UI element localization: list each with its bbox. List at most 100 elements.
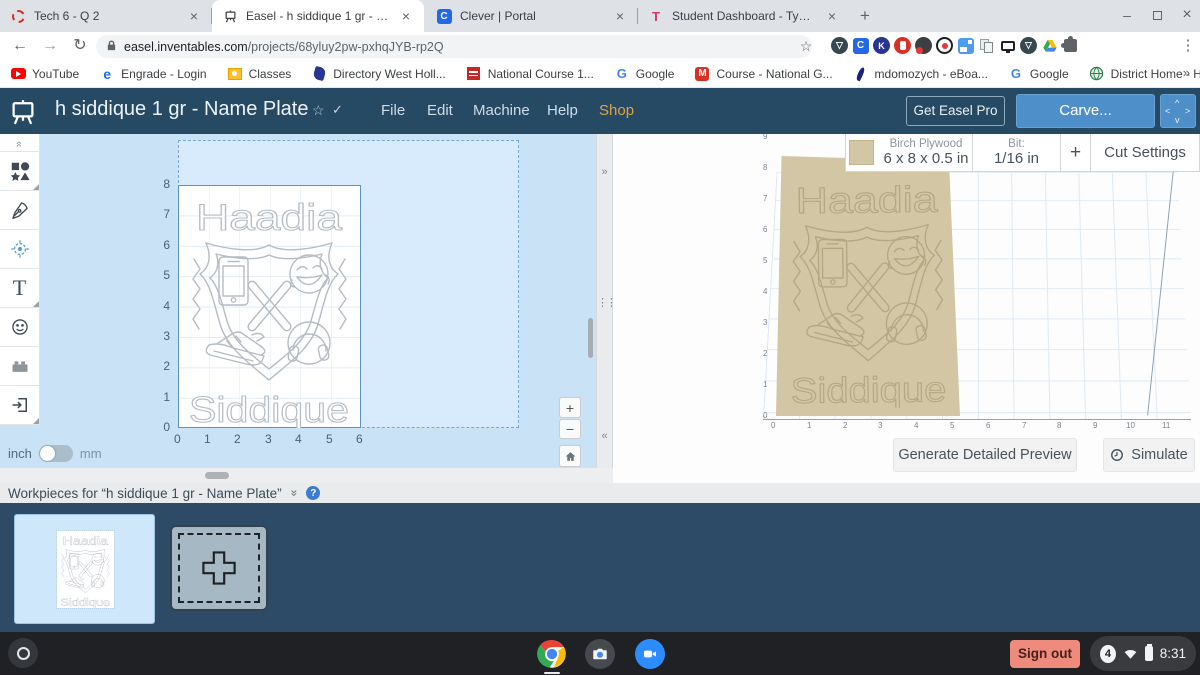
nameplate-design[interactable]: Haadia Siddique xyxy=(178,185,361,428)
design-canvas[interactable]: Haadia Siddique xyxy=(0,134,596,468)
sidebar-collapse-button[interactable]: » xyxy=(0,134,39,152)
hand-extension-icon[interactable] xyxy=(893,36,912,55)
material-board[interactable]: Haadia Siddique xyxy=(776,156,960,416)
carved-preview-design: Haadia Siddique xyxy=(778,167,959,409)
import-tool[interactable] xyxy=(0,386,39,425)
menu-file[interactable]: File xyxy=(381,102,405,119)
origin-tool[interactable] xyxy=(0,230,39,269)
menu-help[interactable]: Help xyxy=(547,102,578,119)
jog-down-icon[interactable]: v xyxy=(1175,115,1180,125)
favorite-star-icon[interactable]: ☆ xyxy=(312,102,325,119)
bookmark-google[interactable]: GGoogle xyxy=(614,66,675,82)
copy-extension-icon[interactable] xyxy=(977,36,996,55)
workpieces-collapse-chevron-icon[interactable]: » xyxy=(287,490,301,497)
zoom-out-button[interactable]: − xyxy=(559,419,581,439)
bookmark-google-2[interactable]: GGoogle xyxy=(1008,66,1069,82)
tab-close-icon[interactable]: × xyxy=(398,8,414,24)
bit-label: Bit: xyxy=(994,138,1039,150)
window-minimize-button[interactable]: – xyxy=(1112,0,1142,32)
workpiece-thumbnail-selected[interactable]: Haadia Siddique xyxy=(14,514,155,624)
shield-extension-icon[interactable]: ▽ xyxy=(830,36,849,55)
jog-left-icon[interactable]: < xyxy=(1165,106,1170,116)
monitor-extension-icon[interactable] xyxy=(998,36,1017,55)
menu-edit[interactable]: Edit xyxy=(427,102,453,119)
help-icon[interactable]: ? xyxy=(306,486,320,500)
window-close-button[interactable]: × xyxy=(1172,0,1200,32)
status-tray[interactable]: 4 8:31 xyxy=(1090,636,1196,671)
bookmark-classes[interactable]: Classes xyxy=(227,66,292,82)
tab-easel-active[interactable]: Easel - h siddique 1 gr - Name Pl × xyxy=(212,0,424,32)
drive-extension-icon[interactable] xyxy=(1040,36,1059,55)
sign-out-button[interactable]: Sign out xyxy=(1010,640,1080,668)
extensions-puzzle-icon[interactable] xyxy=(1061,36,1080,55)
bookmark-star-icon[interactable]: ☆ xyxy=(794,34,818,58)
screencast-extension-icon[interactable] xyxy=(956,36,975,55)
back-button[interactable]: ← xyxy=(8,34,32,58)
target-extension-icon[interactable] xyxy=(935,36,954,55)
carve-button[interactable]: Carve... xyxy=(1016,94,1155,128)
bookmark-youtube[interactable]: YouTube xyxy=(10,66,79,82)
camera-app-icon[interactable] xyxy=(585,639,615,669)
bookmark-engrade[interactable]: eEngrade - Login xyxy=(99,66,206,82)
unit-toggle-switch[interactable] xyxy=(39,445,73,462)
menu-shop[interactable]: Shop xyxy=(599,102,634,119)
launcher-icon xyxy=(17,647,30,660)
zoom-home-button[interactable] xyxy=(559,445,581,467)
jog-pad-button[interactable]: ^ v < > xyxy=(1160,94,1196,128)
cut-settings-button[interactable]: Cut Settings xyxy=(1091,134,1200,172)
unit-toggle[interactable]: inch mm xyxy=(8,445,102,462)
main-content: Haadia Siddique xyxy=(0,134,1200,483)
bit-select[interactable]: Bit: 1/16 in xyxy=(973,134,1061,172)
reload-button[interactable]: ↻ xyxy=(68,34,92,58)
chrome-app-icon[interactable] xyxy=(537,639,567,669)
canvas-vertical-scrollbar[interactable] xyxy=(588,318,593,358)
jog-right-icon[interactable]: > xyxy=(1185,106,1190,116)
forward-button[interactable]: → xyxy=(38,34,62,58)
icons-library-tool[interactable] xyxy=(0,308,39,347)
collapse-left-chevron-icon[interactable]: « xyxy=(597,430,612,442)
zoom-in-button[interactable]: + xyxy=(559,397,581,418)
bookmark-mdomozych[interactable]: mdomozych - eBoa... xyxy=(853,66,988,82)
clock: 8:31 xyxy=(1160,646,1186,661)
launcher-button[interactable] xyxy=(8,638,38,668)
bookmark-national-course[interactable]: National Course 1... xyxy=(466,66,594,82)
tab-tech6[interactable]: Tech 6 - Q 2 × xyxy=(0,0,212,32)
bookmark-course-national[interactable]: MCourse - National G... xyxy=(694,66,832,82)
tab-clever[interactable]: C Clever | Portal × xyxy=(426,0,638,32)
divider-grip-icon[interactable]: ⋮⋮ xyxy=(597,296,612,309)
tab-tynker[interactable]: T Student Dashboard - Tynker × xyxy=(638,0,850,32)
tab-close-icon[interactable]: × xyxy=(824,8,840,24)
generate-preview-button[interactable]: Generate Detailed Preview xyxy=(893,438,1077,472)
bookmark-directory[interactable]: Directory West Holl... xyxy=(311,66,445,82)
tab-close-icon[interactable]: × xyxy=(186,8,202,24)
menu-machine[interactable]: Machine xyxy=(473,102,530,119)
expand-right-chevron-icon[interactable]: » xyxy=(597,166,612,178)
kami-extension-icon[interactable]: K xyxy=(872,36,891,55)
pen-tool[interactable] xyxy=(0,191,39,230)
zoom-app-icon[interactable] xyxy=(635,639,665,669)
panel-divider[interactable]: » ⋮⋮ « xyxy=(596,134,613,468)
shield-extension-icon[interactable]: ▽ xyxy=(1019,36,1038,55)
bookmarks-overflow-chevron[interactable]: » xyxy=(1183,65,1190,80)
pen-icon xyxy=(10,200,30,220)
3d-blocks-tool[interactable] xyxy=(0,347,39,386)
new-tab-button[interactable]: + xyxy=(852,4,878,28)
material-select[interactable]: Birch Plywood 6 x 8 x 0.5 in xyxy=(845,134,973,172)
add-workpiece-button[interactable] xyxy=(170,525,268,611)
text-tool[interactable]: T xyxy=(0,269,39,308)
paddle-extension-icon[interactable] xyxy=(914,36,933,55)
canvas-horizontal-scrollbar[interactable] xyxy=(205,472,229,479)
address-bar[interactable]: easel.inventables.com/projects/68yluy2pw… xyxy=(96,35,812,58)
simulate-button[interactable]: Simulate xyxy=(1103,438,1195,472)
get-easel-pro-button[interactable]: Get Easel Pro xyxy=(906,96,1005,126)
tab-close-icon[interactable]: × xyxy=(612,8,628,24)
browser-menu-kebab-icon[interactable]: ⋮ xyxy=(1176,34,1200,58)
easel-logo-icon[interactable] xyxy=(8,97,38,127)
jog-up-icon[interactable]: ^ xyxy=(1175,98,1179,108)
window-restore-button[interactable] xyxy=(1142,0,1172,32)
project-title[interactable]: h siddique 1 gr - Name Plate xyxy=(55,98,308,121)
shapes-tool[interactable] xyxy=(0,152,39,191)
add-bit-button[interactable]: + xyxy=(1061,134,1091,172)
directory-icon xyxy=(311,66,327,82)
clever-extension-icon[interactable]: C xyxy=(851,36,870,55)
